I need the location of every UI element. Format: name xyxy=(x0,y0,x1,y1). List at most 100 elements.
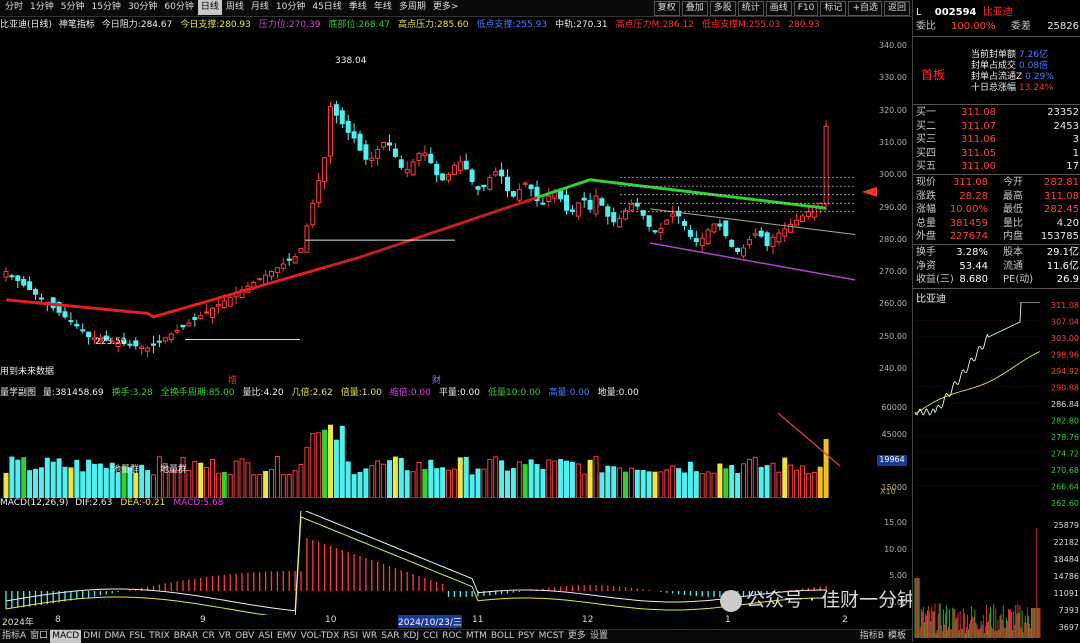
period-tab-12[interactable]: 年线 xyxy=(371,0,395,15)
tool-tab-0[interactable]: 复权 xyxy=(653,1,680,16)
indicator-tab-mcst[interactable]: MCST xyxy=(537,630,566,643)
candle xyxy=(404,168,410,174)
legend-value: 1.00 xyxy=(361,388,382,398)
indicator-tab-cr[interactable]: CR xyxy=(200,630,217,643)
mini-axis-tick: 290.88 xyxy=(1051,384,1079,393)
indicator-tab-trix[interactable]: TRIX xyxy=(147,630,172,643)
volume-indicator-name[interactable]: 量学副图 xyxy=(0,388,36,398)
indicator-tab-窗口[interactable]: 窗口 xyxy=(28,630,50,643)
tool-tab-4[interactable]: 画线 xyxy=(765,1,792,16)
tool-tab-6[interactable]: 标记 xyxy=(820,1,847,16)
volume-chart[interactable] xyxy=(0,398,877,498)
indicator-tab-asi[interactable]: ASI xyxy=(256,630,275,643)
tool-tab-7[interactable]: +自选 xyxy=(848,1,882,16)
candle xyxy=(363,144,369,160)
legend-label: 高点压力: xyxy=(397,20,438,30)
indicator-tab-wr[interactable]: WR xyxy=(360,630,379,643)
period-tab-6[interactable]: 日线 xyxy=(197,0,222,15)
indicator-tab-vol-tdx[interactable]: VOL-TDX xyxy=(298,630,341,643)
candle xyxy=(758,230,764,237)
indicator-tab-指标a[interactable]: 指标A xyxy=(0,630,28,643)
indicator-name[interactable]: 神笔指标 xyxy=(59,20,95,30)
volume-bar xyxy=(215,472,221,498)
candle xyxy=(481,184,487,188)
candle xyxy=(398,159,404,168)
legend-label: 低点支撑: xyxy=(476,20,516,30)
volume-bar xyxy=(292,470,298,498)
period-tab-2[interactable]: 5分钟 xyxy=(58,0,88,15)
candle xyxy=(333,104,339,116)
candle xyxy=(457,161,463,171)
indicator-b-tab-1[interactable]: 模板 xyxy=(886,630,908,643)
order-book-row[interactable]: 买二 311.07 2453 xyxy=(913,120,1080,134)
period-tab-5[interactable]: 60分钟 xyxy=(161,0,196,15)
period-tab-3[interactable]: 15分钟 xyxy=(88,0,123,15)
tool-tab-2[interactable]: 多股 xyxy=(709,1,736,16)
period-tab-14[interactable]: 更多> xyxy=(430,0,462,15)
quote-av: 53.44 xyxy=(959,260,988,272)
period-tab-11[interactable]: 季线 xyxy=(346,0,370,15)
indicator-tab-macd[interactable]: MACD xyxy=(50,630,82,643)
volume-bar xyxy=(263,471,269,498)
volume-bar xyxy=(605,465,611,498)
indicator-tab-cci[interactable]: CCI xyxy=(421,630,440,643)
volume-bar xyxy=(658,471,664,498)
candle xyxy=(162,337,168,342)
quote-a: 换手 xyxy=(916,247,936,258)
indicator-tab-psy[interactable]: PSY xyxy=(516,630,537,643)
indicator-tab-kdj[interactable]: KDJ xyxy=(401,630,421,643)
candle xyxy=(62,311,68,318)
volume-bar xyxy=(339,425,345,498)
period-tab-10[interactable]: 45日线 xyxy=(309,0,344,15)
period-tab-13[interactable]: 多周期 xyxy=(396,0,429,15)
indicator-b-tab-0[interactable]: 指标B xyxy=(858,630,886,643)
period-tab-7[interactable]: 周线 xyxy=(223,0,247,15)
indicator-tab-emv[interactable]: EMV xyxy=(275,630,299,643)
quote-av: 8.680 xyxy=(959,274,988,285)
mini-axis-tick: 294.92 xyxy=(1051,367,1079,376)
period-tab-4[interactable]: 30分钟 xyxy=(125,0,160,15)
tool-tab-8[interactable]: 返回 xyxy=(883,1,910,16)
indicator-tab-obv[interactable]: OBV xyxy=(233,630,256,643)
axis-tick: 320.00 xyxy=(879,105,907,115)
candle xyxy=(151,343,156,346)
period-tab-8[interactable]: 月线 xyxy=(248,0,272,15)
period-tab-9[interactable]: 10分钟 xyxy=(273,0,308,15)
indicator-tab-vr[interactable]: VR xyxy=(217,630,233,643)
seal-key: 当前封单额 xyxy=(971,50,1017,60)
candle xyxy=(15,275,21,281)
order-book-row[interactable]: 买三 311.06 3 xyxy=(913,133,1080,147)
order-book-row[interactable]: 买一 311.08 23352 xyxy=(913,106,1080,120)
volume-bar xyxy=(404,470,410,498)
macd-legend: MACD(12,26,9) DIF:2.63 DEA:-0.21 MACD:5.68 xyxy=(0,498,231,511)
order-book-row[interactable]: 买五 311.00 17 xyxy=(913,160,1080,174)
indicator-tab-mtm[interactable]: MTM xyxy=(464,630,489,643)
tool-tab-3[interactable]: 统计 xyxy=(737,1,764,16)
period-tab-0[interactable]: 分时 xyxy=(2,0,26,15)
indicator-tab-brar[interactable]: BRAR xyxy=(172,630,200,643)
volume_line-item-3: 量比:4.20 xyxy=(243,388,288,398)
candle xyxy=(451,164,457,175)
period-tab-1[interactable]: 1分钟 xyxy=(27,0,57,15)
indicator-tab-rsi[interactable]: RSI xyxy=(341,630,360,643)
candle xyxy=(575,202,581,217)
indicator-tab-dma[interactable]: DMA xyxy=(103,630,128,643)
indicator-tab-roc[interactable]: ROC xyxy=(440,630,464,643)
indicator-tab-sar[interactable]: SAR xyxy=(379,630,401,643)
indicator-tab-dmi[interactable]: DMI xyxy=(81,630,102,643)
indicator-tab-更多[interactable]: 更多 xyxy=(566,630,588,643)
price-chart[interactable] xyxy=(0,30,877,385)
order-book-row[interactable]: 买四 311.05 1 xyxy=(913,147,1080,161)
legend-value: 4.20 xyxy=(263,388,284,398)
candle xyxy=(741,247,746,257)
weibi-row: 委比 100.00% 委差 25826 xyxy=(916,21,1079,32)
legend-value: 5.68 xyxy=(203,498,224,508)
intraday-chart[interactable]: 311.08 307.04 303.00 298.96 294.92 290.88 286.… xyxy=(913,302,1080,642)
indicator-tab-设置[interactable]: 设置 xyxy=(588,630,610,643)
indicator-tab-boll[interactable]: BOLL xyxy=(489,630,516,643)
dea-line xyxy=(5,516,827,615)
tool-tab-5[interactable]: F10 xyxy=(793,1,819,16)
macd-indicator-name[interactable]: MACD(12,26,9) xyxy=(0,498,68,508)
indicator-tab-fsl[interactable]: FSL xyxy=(127,630,147,643)
tool-tab-1[interactable]: 叠加 xyxy=(681,1,708,16)
